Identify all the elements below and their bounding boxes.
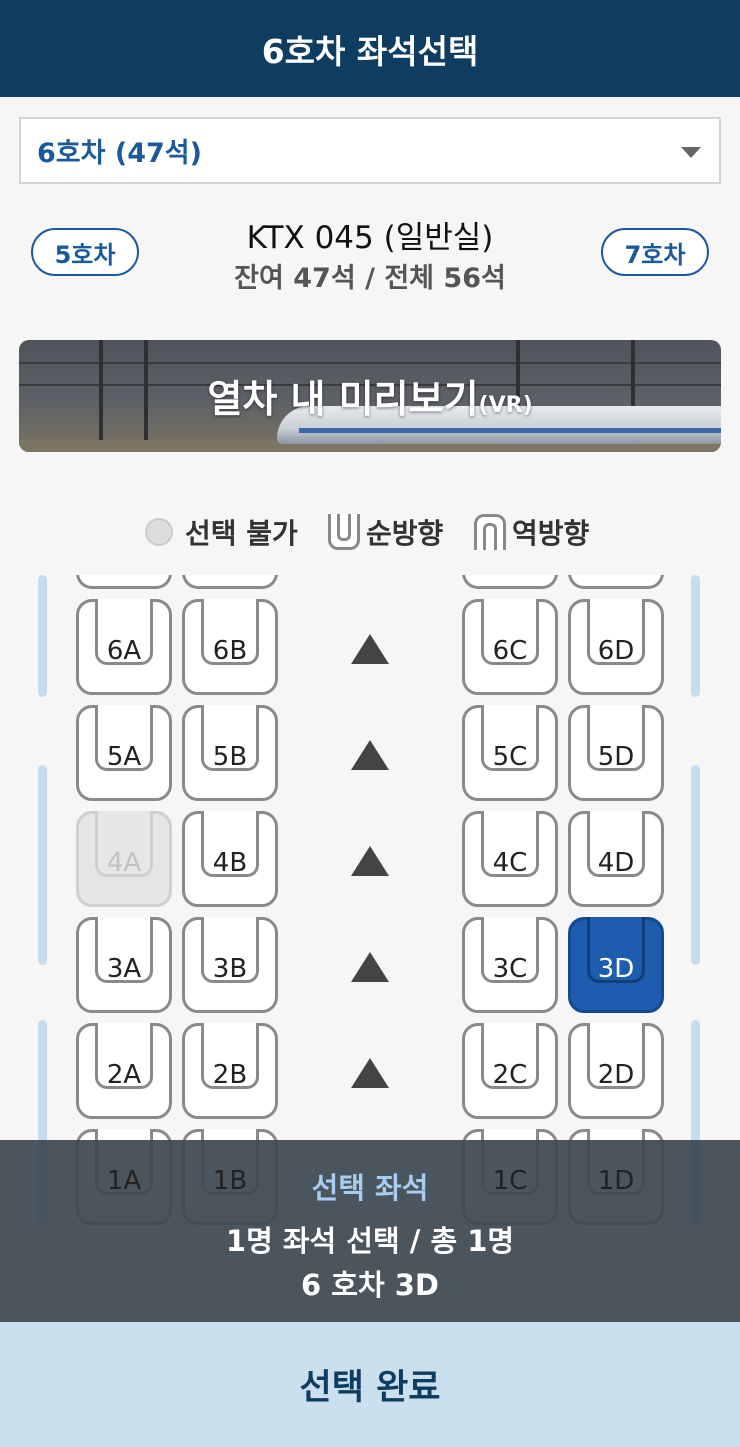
seat-partial [568, 575, 664, 589]
overhead-wire [19, 362, 721, 364]
seat-3D[interactable]: 3D [568, 917, 664, 1013]
chevron-down-icon [681, 147, 701, 158]
seat-partial [182, 575, 278, 589]
seat-6B[interactable]: 6B [182, 599, 278, 695]
train-stripe [299, 428, 721, 433]
confirm-selection-button[interactable]: 선택 완료 [0, 1322, 740, 1447]
seat-4B[interactable]: 4B [182, 811, 278, 907]
forward-seat-icon [328, 514, 360, 550]
seat-4A: 4A [76, 811, 172, 907]
backward-seat-icon [474, 514, 506, 550]
legend-backward: 역방향 [474, 510, 589, 554]
seat-map[interactable]: 6A 6B 6C 6D 5A 5B 5C 5D 4A 4B 4C 4D 3A 3… [0, 575, 740, 1225]
car-dropdown[interactable]: 6호차 (47석) [19, 117, 721, 184]
direction-arrow-icon [351, 740, 389, 770]
seat-4C[interactable]: 4C [462, 811, 558, 907]
legend-unavailable: 선택 불가 [145, 510, 298, 554]
window [691, 575, 700, 697]
seat-availability: 잔여 47석 / 전체 56석 [234, 263, 506, 294]
vr-preview-banner[interactable]: 열차 내 미리보기(VR) [19, 340, 721, 452]
page-title: 6호차 좌석선택 [0, 0, 740, 97]
seat-3C[interactable]: 3C [462, 917, 558, 1013]
seat-2B[interactable]: 2B [182, 1023, 278, 1119]
window [38, 765, 47, 965]
direction-arrow-icon [351, 1058, 389, 1088]
summary-seat: 6 호차 3D [301, 1268, 439, 1302]
prev-car-button[interactable]: 5호차 [31, 228, 139, 276]
direction-arrow-icon [351, 634, 389, 664]
legend-forward: 순방향 [328, 510, 443, 554]
seat-partial [462, 575, 558, 589]
seat-6D[interactable]: 6D [568, 599, 664, 695]
window [691, 765, 700, 965]
summary-count: 1명 좌석 선택 / 총 1명 [225, 1224, 515, 1258]
seat-5B[interactable]: 5B [182, 705, 278, 801]
seat-4D[interactable]: 4D [568, 811, 664, 907]
window [38, 575, 47, 697]
vr-preview-label: 열차 내 미리보기(VR) [207, 377, 533, 421]
seat-3A[interactable]: 3A [76, 917, 172, 1013]
direction-arrow-icon [351, 846, 389, 876]
seat-6C[interactable]: 6C [462, 599, 558, 695]
seat-2D[interactable]: 2D [568, 1023, 664, 1119]
direction-arrow-icon [351, 952, 389, 982]
seat-5A[interactable]: 5A [76, 705, 172, 801]
seat-5C[interactable]: 5C [462, 705, 558, 801]
car-dropdown-value: 6호차 (47석) [37, 138, 202, 169]
seat-5D[interactable]: 5D [568, 705, 664, 801]
seat-2A[interactable]: 2A [76, 1023, 172, 1119]
seat-3B[interactable]: 3B [182, 917, 278, 1013]
unavailable-circle-icon [145, 518, 173, 546]
next-car-button[interactable]: 7호차 [601, 228, 709, 276]
seat-partial [76, 575, 172, 589]
seat-2C[interactable]: 2C [462, 1023, 558, 1119]
train-title: KTX 045 (일반실) [246, 220, 494, 256]
seat-6A[interactable]: 6A [76, 599, 172, 695]
